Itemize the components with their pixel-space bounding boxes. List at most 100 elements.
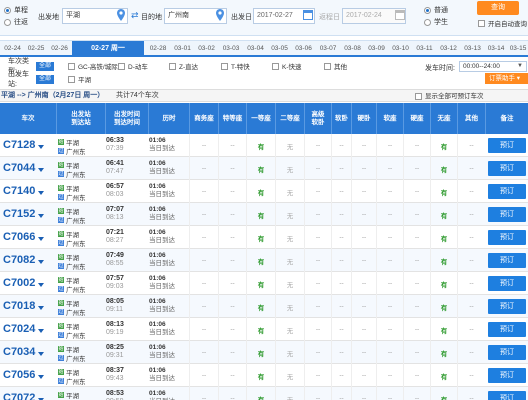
calendar-icon[interactable] bbox=[303, 10, 313, 20]
swap-icon[interactable]: ⇄ bbox=[131, 10, 141, 20]
checkbox-icon[interactable] bbox=[169, 62, 176, 70]
train-type-all-button[interactable]: 全部 bbox=[36, 61, 55, 71]
chevron-down-icon[interactable] bbox=[38, 306, 44, 310]
date-tab[interactable]: 02-26 bbox=[48, 41, 71, 56]
book-button[interactable]: 预订 bbox=[488, 230, 526, 245]
chevron-down-icon[interactable] bbox=[38, 168, 44, 172]
date-tab[interactable]: 03-08 bbox=[341, 41, 364, 56]
chevron-down-icon[interactable] bbox=[38, 191, 44, 195]
filter-z[interactable]: Z-直达 bbox=[169, 61, 198, 71]
book-button[interactable]: 预订 bbox=[488, 345, 526, 360]
station-all-button[interactable]: 全部 bbox=[36, 74, 55, 84]
filter-gc[interactable]: GC-高铁/城际 bbox=[68, 61, 118, 71]
trip-type-roundtrip[interactable]: 往返 bbox=[4, 16, 28, 28]
date-tab[interactable]: 03-04 bbox=[244, 41, 267, 56]
ticket-type-student[interactable]: 学生 bbox=[424, 16, 448, 28]
checkbox-icon[interactable] bbox=[415, 93, 422, 100]
radio-icon[interactable] bbox=[4, 6, 11, 14]
to-station-name[interactable]: 广州东 bbox=[66, 307, 86, 317]
chevron-down-icon[interactable] bbox=[38, 214, 44, 218]
checkbox-icon[interactable] bbox=[221, 62, 228, 70]
to-station-name[interactable]: 广州东 bbox=[66, 146, 86, 156]
date-tab[interactable]: 03-12 bbox=[437, 41, 460, 56]
to-station-name[interactable]: 广州东 bbox=[66, 215, 86, 225]
train-number-link[interactable]: C7044 bbox=[3, 162, 35, 174]
chevron-down-icon[interactable] bbox=[38, 145, 44, 149]
to-station-name[interactable]: 广州东 bbox=[66, 238, 86, 248]
book-button[interactable]: 预订 bbox=[488, 253, 526, 268]
to-station-name[interactable]: 广州东 bbox=[66, 284, 86, 294]
to-station-name[interactable]: 广州东 bbox=[66, 353, 86, 363]
filter-t[interactable]: T-特快 bbox=[221, 61, 250, 71]
query-button[interactable]: 查询 bbox=[477, 1, 519, 15]
chevron-down-icon[interactable] bbox=[38, 237, 44, 241]
book-button[interactable]: 预订 bbox=[488, 276, 526, 291]
book-button[interactable]: 预订 bbox=[488, 184, 526, 199]
train-number-link[interactable]: C7066 bbox=[3, 231, 35, 243]
filter-station-pinghu[interactable]: 平湖 bbox=[68, 74, 91, 84]
book-button[interactable]: 预订 bbox=[488, 161, 526, 176]
show-all-toggle[interactable]: 显示全部可预订车次 bbox=[415, 91, 484, 102]
column-header[interactable]: 出发时间 到达时间 bbox=[105, 103, 148, 134]
book-button[interactable]: 预订 bbox=[488, 299, 526, 314]
column-header[interactable]: 历时 bbox=[148, 103, 189, 134]
date-tab[interactable]: 03-09 bbox=[365, 41, 388, 56]
checkbox-icon[interactable] bbox=[118, 62, 125, 70]
date-tab[interactable]: 03-10 bbox=[389, 41, 412, 56]
date-tab[interactable]: 03-14 bbox=[485, 41, 507, 56]
to-station-name[interactable]: 广州东 bbox=[66, 169, 86, 179]
train-number-link[interactable]: C7056 bbox=[3, 369, 35, 381]
train-number-link[interactable]: C7002 bbox=[3, 277, 35, 289]
chevron-down-icon[interactable] bbox=[38, 352, 44, 356]
train-number-link[interactable]: C7082 bbox=[3, 254, 35, 266]
train-number-link[interactable]: C7140 bbox=[3, 185, 35, 197]
checkbox-icon[interactable] bbox=[324, 62, 331, 70]
train-number-link[interactable]: C7034 bbox=[3, 346, 35, 358]
date-tab[interactable]: 03-07 bbox=[316, 41, 340, 56]
date-tab[interactable]: 02-27 周一 bbox=[72, 41, 144, 56]
date-tab[interactable]: 03-05 bbox=[268, 41, 291, 56]
checkbox-icon[interactable] bbox=[478, 19, 485, 27]
auto-query-toggle[interactable]: 开启自动查询 bbox=[478, 18, 527, 28]
calendar-icon[interactable] bbox=[395, 10, 405, 20]
train-number-link[interactable]: C7018 bbox=[3, 300, 35, 312]
date-tab[interactable]: 03-13 bbox=[461, 41, 484, 56]
checkbox-icon[interactable] bbox=[68, 75, 75, 83]
radio-icon[interactable] bbox=[424, 18, 431, 26]
to-station-name[interactable]: 广州东 bbox=[66, 192, 86, 202]
book-button[interactable]: 预订 bbox=[488, 368, 526, 383]
chevron-down-icon[interactable] bbox=[38, 329, 44, 333]
filter-k[interactable]: K-快速 bbox=[272, 61, 302, 71]
train-number-link[interactable]: C7128 bbox=[3, 139, 35, 151]
date-tab[interactable]: 03-01 bbox=[171, 41, 194, 56]
date-tab[interactable]: 02-25 bbox=[25, 41, 47, 56]
location-pin-icon[interactable] bbox=[216, 9, 224, 21]
date-tab[interactable]: 03-15 bbox=[508, 41, 528, 56]
filter-d[interactable]: D-动车 bbox=[118, 61, 148, 71]
to-station-name[interactable]: 广州东 bbox=[66, 261, 86, 271]
order-assistant-button[interactable]: 订票助手 ▾ bbox=[485, 73, 528, 84]
filter-other[interactable]: 其他 bbox=[324, 61, 347, 71]
train-number-link[interactable]: C7024 bbox=[3, 323, 35, 335]
to-station-name[interactable]: 广州东 bbox=[66, 330, 86, 340]
depart-time-select[interactable]: 00:00--24:00 ▼ bbox=[459, 61, 527, 72]
checkbox-icon[interactable] bbox=[68, 62, 75, 70]
book-button[interactable]: 预订 bbox=[488, 322, 526, 337]
train-number-link[interactable]: C7152 bbox=[3, 208, 35, 220]
date-tab[interactable]: 02-28 bbox=[146, 41, 170, 56]
train-number-link[interactable]: C7072 bbox=[3, 392, 35, 400]
location-pin-icon[interactable] bbox=[117, 9, 125, 21]
radio-icon[interactable] bbox=[424, 6, 431, 14]
checkbox-icon[interactable] bbox=[272, 62, 279, 70]
chevron-down-icon[interactable] bbox=[38, 260, 44, 264]
date-tab[interactable]: 03-03 bbox=[219, 41, 243, 56]
book-button[interactable]: 预订 bbox=[488, 138, 526, 153]
chevron-down-icon[interactable] bbox=[38, 375, 44, 379]
chevron-down-icon[interactable] bbox=[38, 283, 44, 287]
trip-type-oneway[interactable]: 单程 bbox=[4, 4, 28, 16]
radio-icon[interactable] bbox=[4, 18, 11, 26]
date-tab[interactable]: 03-06 bbox=[292, 41, 315, 56]
date-tab[interactable]: 03-02 bbox=[195, 41, 218, 56]
to-station-name[interactable]: 广州东 bbox=[66, 376, 86, 386]
book-button[interactable]: 预订 bbox=[488, 207, 526, 222]
